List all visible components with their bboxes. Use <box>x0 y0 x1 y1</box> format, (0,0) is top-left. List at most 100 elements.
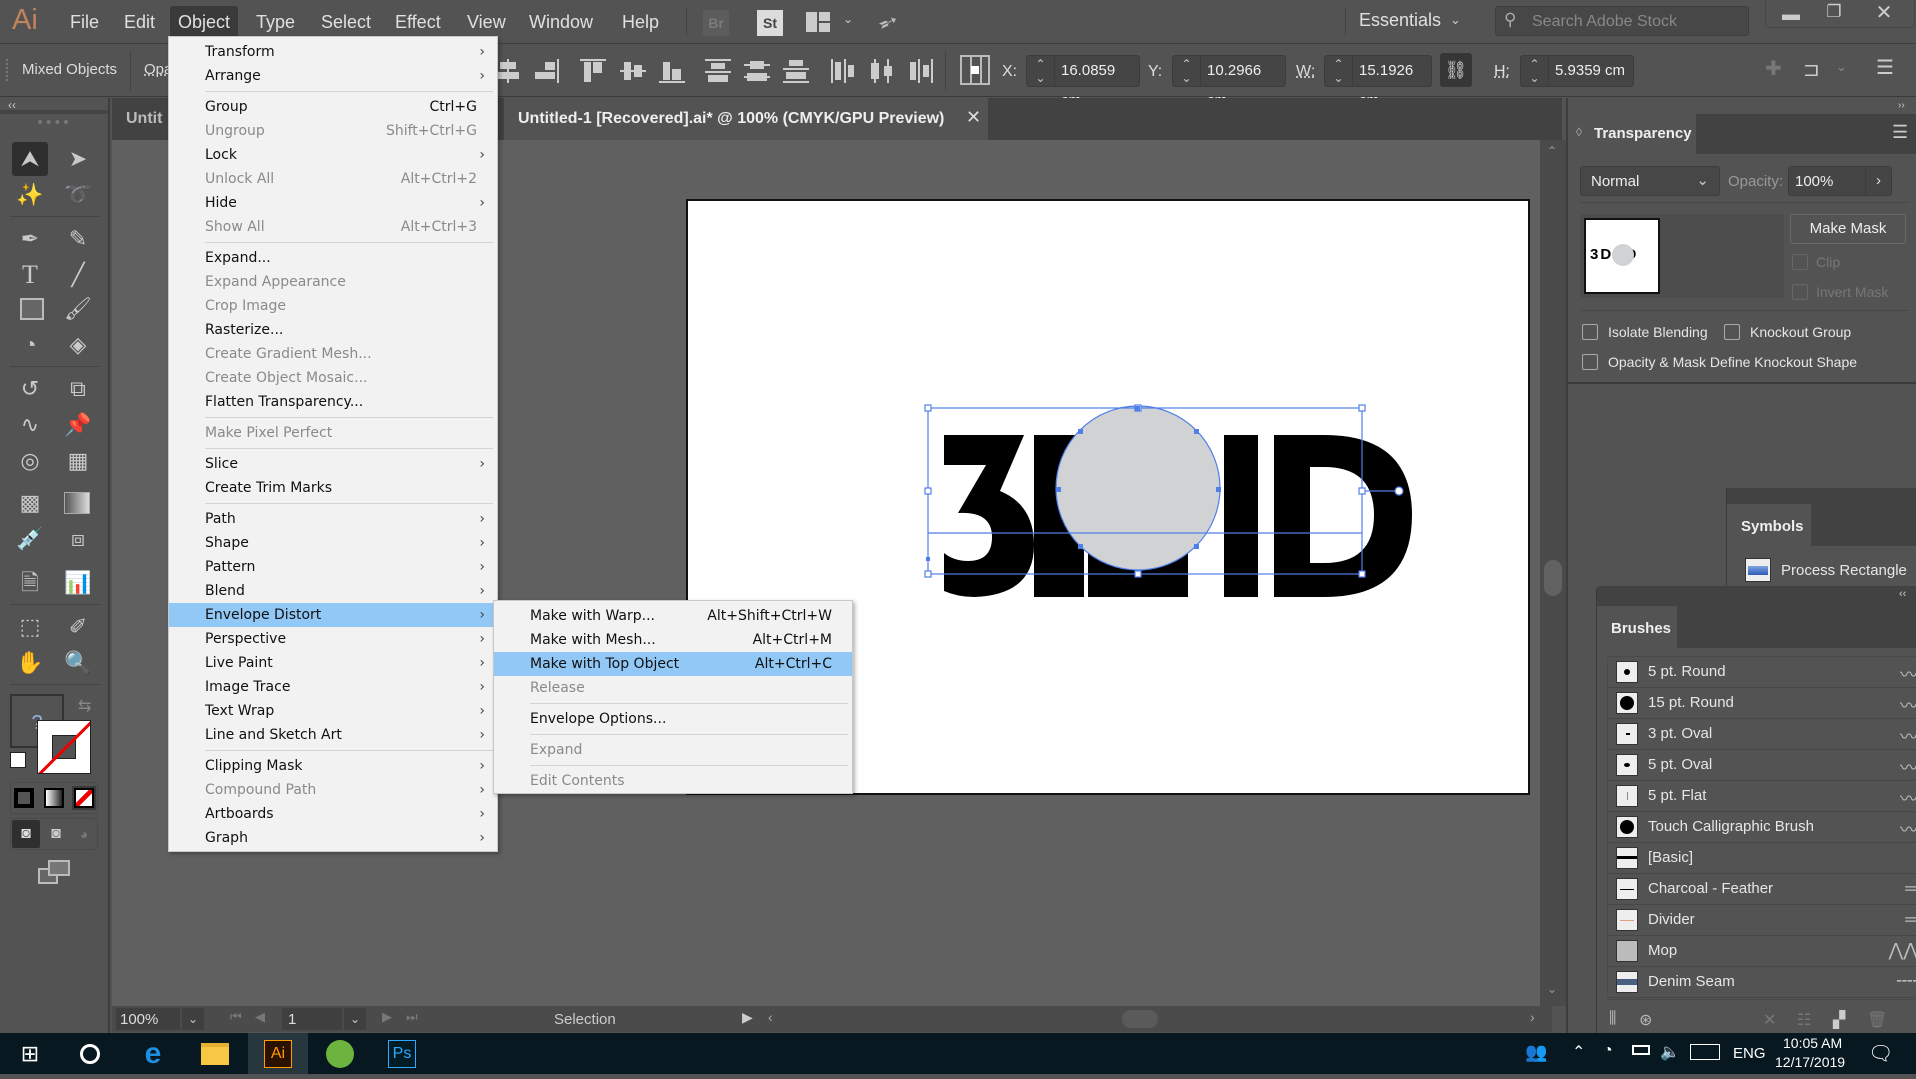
libraries-panel-icon[interactable]: ⊛ <box>1639 1010 1652 1030</box>
w-field[interactable]: ⌃⌄15.1926 cm <box>1324 55 1432 109</box>
menu-item-image-trace[interactable]: Image Trace › <box>169 675 497 699</box>
stepper-icon[interactable]: ⌃ ⌄ <box>1521 56 1549 86</box>
stepper-icon[interactable]: ⌃ ⌄ <box>1027 56 1055 86</box>
opacity-field[interactable]: 100% › <box>1788 166 1892 196</box>
menu-edit[interactable]: Edit <box>116 12 163 42</box>
menu-item-pattern[interactable]: Pattern › <box>169 555 497 579</box>
scroll-right-icon[interactable]: › <box>1530 1009 1535 1025</box>
distribute-right-icon[interactable] <box>908 59 934 83</box>
menu-item-live-paint[interactable]: Live Paint › <box>169 651 497 675</box>
stepper-icon[interactable]: ⌃ ⌄ <box>1325 56 1353 86</box>
language-indicator[interactable]: ENG <box>1733 1045 1766 1062</box>
none-mode-icon[interactable] <box>72 786 96 810</box>
workspace-switcher[interactable]: Essentials <box>1359 10 1441 31</box>
document-tab-active[interactable]: Untitled-1 [Recovered].ai* @ 100% (CMYK/… <box>504 98 988 140</box>
menu-item-perspective[interactable]: Perspective › <box>169 627 497 651</box>
draw-inside-icon[interactable]: ◕ <box>72 820 96 848</box>
column-graph-tool-icon[interactable]: 📊 <box>60 566 96 600</box>
tab-transparency[interactable]: Transparency <box>1594 125 1692 142</box>
scroll-left-icon[interactable]: ‹ <box>768 1009 773 1025</box>
menu-item-hide[interactable]: Hide › <box>169 191 497 215</box>
rectangle-tool-icon[interactable] <box>20 298 44 320</box>
brush-item[interactable]: Touch Calligraphic Brush〰 <box>1608 812 1916 843</box>
draw-behind-icon[interactable]: ◙ <box>44 820 68 848</box>
warp-tool-icon[interactable]: ∿ <box>12 408 48 442</box>
scrollbar-thumb[interactable] <box>1544 560 1562 596</box>
brush-item[interactable]: 3 pt. Oval〰 <box>1608 719 1916 750</box>
clock-time[interactable]: 10:05 AM <box>1783 1035 1842 1051</box>
line-segment-tool-icon[interactable]: ╱ <box>60 258 96 292</box>
eraser-tool-icon[interactable]: ◈ <box>60 328 96 362</box>
wifi-icon[interactable]: ◔ <box>1603 1042 1613 1060</box>
align-vertical-center-icon[interactable] <box>620 59 646 83</box>
vertical-scrollbar[interactable]: ⌃ ⌄ <box>1540 140 1566 1006</box>
selection-tool-icon[interactable]: ⮝ <box>12 142 48 176</box>
cortana-icon[interactable] <box>60 1033 120 1074</box>
perspective-grid-tool-icon[interactable]: ▦ <box>60 444 96 478</box>
chevron-down-icon[interactable]: ⌄ <box>843 12 853 26</box>
menu-window[interactable]: Window <box>521 12 601 42</box>
menu-item-lock[interactable]: Lock › <box>169 143 497 167</box>
chevron-down-icon[interactable]: ⌄ <box>1450 12 1461 28</box>
taskbar-illustrator[interactable]: Ai <box>248 1033 308 1074</box>
change-screen-mode-icon[interactable] <box>38 860 72 886</box>
distribute-top-icon[interactable] <box>705 59 731 83</box>
panel-menu-icon[interactable]: ☰ <box>1892 122 1908 143</box>
document-tab-inactive[interactable]: Untit <box>126 110 162 128</box>
menu-item-make-with-top-object[interactable]: Make with Top Object Alt+Ctrl+C <box>494 652 852 676</box>
delete-brush-icon[interactable]: 🗑 <box>1867 1010 1887 1030</box>
remove-brush-stroke-icon[interactable]: ✕ <box>1763 1010 1776 1030</box>
panel-menu-icon[interactable]: ☰ <box>1876 55 1894 80</box>
scale-tool-icon[interactable]: ⧉ <box>60 372 96 406</box>
collapse-panel-icon[interactable]: ‹‹ <box>1899 588 1906 600</box>
menu-item-edit-contents[interactable]: Edit Contents <box>494 769 852 793</box>
current-tool-status[interactable]: Selection <box>554 1011 616 1028</box>
menu-item-group[interactable]: Group Ctrl+G <box>169 95 497 119</box>
pen-tool-icon[interactable]: ✒ <box>12 222 48 256</box>
zoom-tool-icon[interactable]: 🔍 <box>60 646 96 680</box>
scroll-up-icon[interactable]: ⌃ <box>1547 144 1557 158</box>
hand-tool-icon[interactable]: ✋ <box>12 646 48 680</box>
menu-item-path[interactable]: Path › <box>169 507 497 531</box>
artboard-number-field[interactable]: 1 <box>282 1008 342 1030</box>
menu-item-unlock-all[interactable]: Unlock All Alt+Ctrl+2 <box>169 167 497 191</box>
color-mode-icon[interactable] <box>14 788 34 808</box>
symbol-sprayer-tool-icon[interactable]: 🗎 <box>12 566 48 600</box>
people-icon[interactable]: 👥 <box>1525 1042 1547 1063</box>
rotate-tool-icon[interactable]: ↺ <box>12 372 48 406</box>
battery-icon[interactable] <box>1632 1045 1650 1055</box>
brush-item[interactable]: Charcoal - Feather ═ <box>1608 874 1916 905</box>
last-artboard-icon[interactable]: ⏭ <box>406 1009 418 1025</box>
menu-help[interactable]: Help <box>614 12 667 42</box>
align-to-icon[interactable]: ⊐ <box>1803 57 1820 82</box>
artboard-dropdown-icon[interactable]: ⌄ <box>344 1008 366 1030</box>
knockout-group-checkbox[interactable] <box>1724 324 1740 340</box>
distribute-horizontal-center-icon[interactable] <box>869 59 895 83</box>
brush-item[interactable]: Divider ═ <box>1608 905 1916 936</box>
menu-item-show-all[interactable]: Show All Alt+Ctrl+3 <box>169 215 497 239</box>
arrange-documents-icon[interactable] <box>806 12 830 32</box>
knife-tool-icon[interactable]: ✐ <box>60 610 96 644</box>
menu-file[interactable]: File <box>62 12 107 42</box>
stock-button[interactable]: St <box>757 10 783 36</box>
show-hidden-icons[interactable]: ⌃ <box>1572 1042 1585 1062</box>
menu-item-ungroup[interactable]: Ungroup Shift+Ctrl+G <box>169 119 497 143</box>
mesh-tool-icon[interactable]: ▩ <box>12 486 48 520</box>
windows-start-icon[interactable]: ⊞ <box>0 1033 60 1074</box>
brush-item[interactable]: Mop ⋀⋀ <box>1608 936 1916 967</box>
menu-item-make-pixel-perfect[interactable]: Make Pixel Perfect <box>169 421 497 445</box>
menu-item-envelope-distort[interactable]: Envelope Distort › <box>169 603 497 627</box>
gradient-tool-icon[interactable] <box>64 492 90 514</box>
magic-wand-tool-icon[interactable]: ✨ <box>12 178 48 212</box>
close-tab-icon[interactable]: ✕ <box>966 107 981 128</box>
align-top-icon[interactable] <box>580 59 606 83</box>
distribute-vertical-center-icon[interactable] <box>744 59 770 83</box>
minimize-button[interactable]: ▬ <box>1775 4 1807 24</box>
blend-mode-select[interactable]: Normal ⌄ <box>1580 166 1720 196</box>
constrain-proportions-link-icon[interactable]: ⛓ <box>1440 53 1472 87</box>
menu-item-release[interactable]: Release <box>494 676 852 700</box>
tab-symbols[interactable]: Symbols <box>1741 518 1804 535</box>
invert-mask-checkbox[interactable] <box>1792 284 1808 300</box>
artboard-tool-icon[interactable]: ⬚ <box>12 610 48 644</box>
menu-object[interactable]: Object <box>170 6 239 38</box>
